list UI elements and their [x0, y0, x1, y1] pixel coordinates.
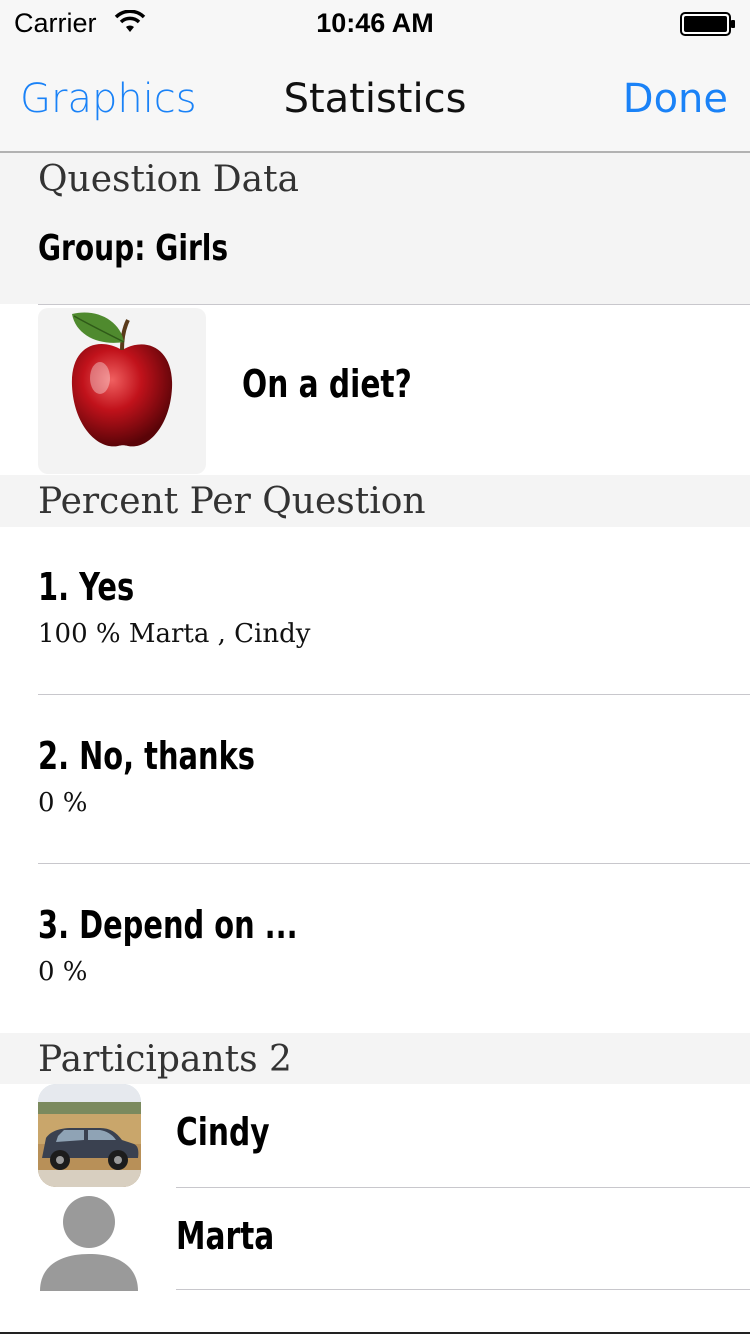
answer-row[interactable]: 2. No, thanks 0 % [0, 696, 750, 864]
car-photo [38, 1084, 141, 1187]
answer-title: 1. Yes [38, 565, 135, 609]
question-text: On a diet? [242, 362, 412, 406]
default-person-icon [38, 1188, 141, 1291]
answer-row[interactable]: 3. Depend on ... 0 % [0, 865, 750, 1033]
participant-row[interactable]: Cindy [0, 1084, 750, 1187]
divider [38, 863, 750, 864]
divider [38, 694, 750, 695]
answer-title: 3. Depend on ... [38, 903, 298, 947]
participant-row[interactable]: Marta [0, 1188, 750, 1291]
divider [176, 1289, 750, 1290]
answer-detail: 100 % Marta , Cindy [38, 619, 311, 649]
section-header-percent: Percent Per Question [0, 475, 750, 527]
section-header-label: Question Data [38, 159, 300, 200]
answer-row[interactable]: 1. Yes 100 % Marta , Cindy [0, 527, 750, 695]
answer-detail: 0 % [38, 788, 88, 818]
avatar [38, 1084, 141, 1187]
battery-icon [680, 12, 735, 36]
divider [38, 304, 750, 305]
status-bar: Carrier 10:46 AM [0, 0, 750, 40]
section-header-label: Percent Per Question [38, 481, 426, 522]
group-row: Group: Girls [0, 204, 750, 304]
question-row[interactable]: On a diet? [0, 306, 750, 474]
participant-name: Marta [176, 1214, 275, 1258]
group-label: Group: Girls [38, 228, 229, 269]
section-header-label: Participants 2 [38, 1039, 292, 1080]
section-header-participants: Participants 2 [0, 1033, 750, 1085]
section-header-question-data: Question Data [0, 153, 750, 205]
done-button[interactable]: Done [623, 76, 728, 122]
question-image [38, 308, 206, 474]
avatar [38, 1188, 141, 1291]
navigation-bar: Graphics Statistics Done [0, 40, 750, 153]
apple-image [71, 312, 173, 447]
participant-name: Cindy [176, 1110, 270, 1154]
status-time: 10:46 AM [316, 8, 434, 38]
answer-title: 2. No, thanks [38, 734, 255, 778]
answer-detail: 0 % [38, 957, 88, 987]
